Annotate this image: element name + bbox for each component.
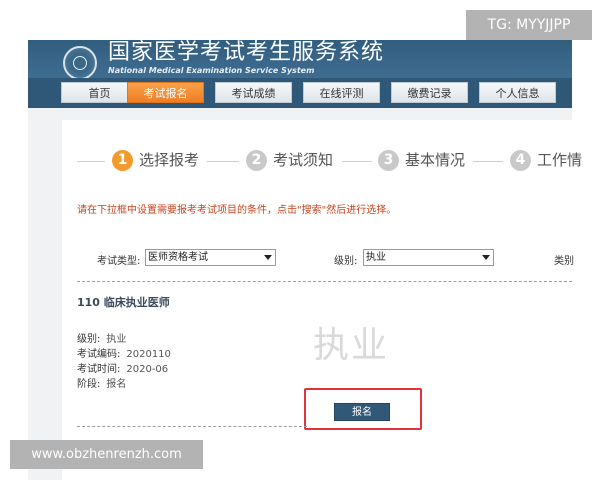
category-label: 类别 [554,256,574,267]
step-4-label: 工作情 [537,151,583,169]
site-header: 国家医学考试考生服务系统 National Medical Examinatio… [28,40,572,78]
nav-personal-info[interactable]: 个人信息 [479,82,556,103]
exam-code-value: 2020110 [126,349,171,360]
step-divider [473,161,503,162]
exam-type-label: 考试类型: [97,256,141,267]
exam-stage-value: 报名 [106,379,127,390]
step-1-number: 1 [112,150,133,171]
level-select[interactable]: 执业 [363,249,494,266]
step-2-label: 考试须知 [273,151,334,169]
emblem-logo-icon [63,46,97,78]
exam-level-label: 级别: [77,334,101,345]
exam-time-row: 考试时间: 2020-06 [77,360,168,375]
instruction-notice: 请在下拉框中设置需要报考考试项目的条件，点击"搜索"然后进行选择。 [77,205,397,216]
step-3-label: 基本情况 [405,151,466,169]
site-title: 国家医学考试考生服务系统 [108,40,385,65]
tg-watermark-badge: TG: MYYJJPP [466,10,592,40]
exam-level-row: 级别: 执业 [77,330,126,345]
nav-payment-records[interactable]: 缴费记录 [391,82,468,103]
section-divider [77,281,572,282]
step-2-number: 2 [246,150,267,171]
exam-code-label: 考试编码: [77,349,121,360]
site-subtitle: National Medical Examination Service Sys… [108,66,315,75]
main-nav: 首页 考试报名 考试成绩 在线评测 缴费记录 个人信息 [28,78,572,108]
nav-exam-registration[interactable]: 考试报名 [127,82,204,103]
level-label: 级别: [334,256,358,267]
step-divider [207,161,239,162]
apply-button[interactable]: 报名 [334,403,390,421]
exam-type-select[interactable]: 医师资格考试 [145,249,276,266]
exam-time-label: 考试时间: [77,364,121,375]
url-watermark-badge: www.obzhenrenzh.com [10,440,203,469]
exam-level-value: 执业 [106,334,127,345]
step-divider [77,161,105,162]
level-watermark: 执业 [313,325,390,366]
chevron-down-icon [264,255,272,260]
exam-type-value: 医师资格考试 [148,252,208,263]
exam-code-row: 考试编码: 2020110 [77,345,171,360]
nav-online-assessment[interactable]: 在线评测 [303,82,380,103]
exam-stage-row: 阶段: 报名 [77,375,126,390]
step-divider [342,161,372,162]
emblem-inner-icon [73,56,87,70]
section-divider [77,426,307,427]
exam-time-value: 2020-06 [126,364,169,375]
chevron-down-icon [482,255,490,260]
step-1-label: 选择报考 [139,151,200,169]
nav-exam-results[interactable]: 考试成绩 [215,82,292,103]
step-4-number: 4 [510,150,531,171]
step-3-number: 3 [378,150,399,171]
exam-stage-label: 阶段: [77,379,101,390]
exam-title: 110 临床执业医师 [77,296,170,309]
level-value: 执业 [366,252,386,263]
